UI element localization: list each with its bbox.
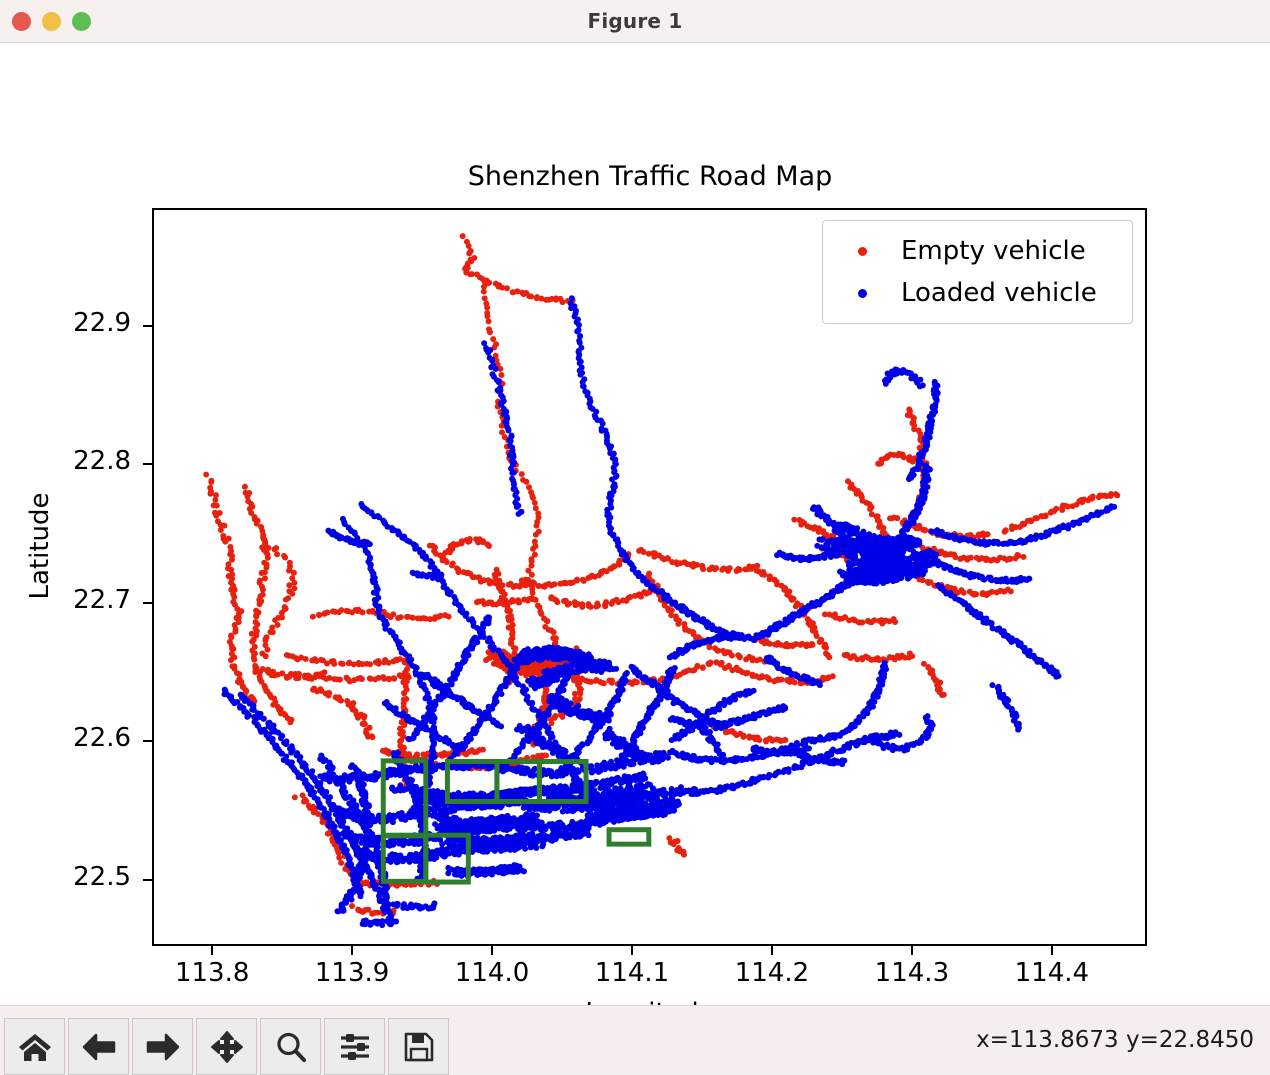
x-tick-mark — [491, 946, 493, 955]
home-button[interactable] — [4, 1018, 65, 1075]
y-tick-mark — [143, 463, 152, 465]
pan-move-icon — [210, 1031, 244, 1063]
y-tick-mark — [143, 602, 152, 604]
legend-item-empty-vehicle: Empty vehicle — [823, 230, 1132, 272]
sliders-configure-icon — [339, 1032, 371, 1062]
y-tick-label: 22.7 — [0, 585, 131, 615]
y-tick-label: 22.8 — [0, 446, 131, 476]
matplotlib-toolbar: x=113.8673 y=22.8450 — [0, 1005, 1270, 1074]
pan-button[interactable] — [196, 1018, 257, 1075]
x-tick-mark — [1051, 946, 1053, 955]
zoom-magnifier-icon — [275, 1031, 307, 1063]
window-title-bar: Figure 1 — [0, 0, 1270, 43]
save-button[interactable] — [388, 1018, 449, 1075]
roi-rectangle — [609, 830, 649, 844]
x-tick-mark — [211, 946, 213, 955]
y-tick-mark — [143, 879, 152, 881]
legend-label-empty-vehicle: Empty vehicle — [901, 236, 1086, 266]
legend-label-loaded-vehicle: Loaded vehicle — [901, 278, 1097, 308]
coordinate-readout: x=113.8673 y=22.8450 — [976, 1006, 1254, 1075]
x-tick-label: 114.3 — [842, 958, 982, 988]
page-title: Shenzhen Traffic Road Map — [152, 161, 1148, 192]
back-arrow-icon — [82, 1032, 116, 1062]
back-button[interactable] — [68, 1018, 129, 1075]
x-tick-mark — [631, 946, 633, 955]
legend-item-loaded-vehicle: Loaded vehicle — [823, 272, 1132, 314]
y-tick-label: 22.6 — [0, 723, 131, 753]
x-tick-label: 114.0 — [422, 958, 562, 988]
legend-marker-empty-vehicle — [823, 247, 901, 256]
x-tick-label: 114.4 — [982, 958, 1122, 988]
configure-subplots-button[interactable] — [324, 1018, 385, 1075]
x-tick-mark — [771, 946, 773, 955]
y-tick-label: 22.5 — [0, 862, 131, 892]
y-tick-mark — [143, 325, 152, 327]
y-tick-mark — [143, 740, 152, 742]
zoom-button[interactable] — [260, 1018, 321, 1075]
forward-button[interactable] — [132, 1018, 193, 1075]
toolbar-button-group — [4, 1018, 449, 1075]
x-tick-label: 113.8 — [142, 958, 282, 988]
x-tick-label: 114.1 — [562, 958, 702, 988]
legend-marker-loaded-vehicle — [823, 289, 901, 298]
x-tick-label: 113.9 — [282, 958, 422, 988]
x-tick-mark — [911, 946, 913, 955]
home-icon — [18, 1032, 52, 1062]
x-tick-mark — [351, 946, 353, 955]
floppy-save-icon — [404, 1032, 434, 1062]
y-axis-label: Latitude — [25, 446, 55, 646]
forward-arrow-icon — [146, 1032, 180, 1062]
chart-legend: Empty vehicle Loaded vehicle — [822, 220, 1133, 324]
figure-canvas: Shenzhen Traffic Road Map 113.8113.9114.… — [0, 43, 1270, 1005]
x-tick-label: 114.2 — [702, 958, 842, 988]
y-tick-label: 22.9 — [0, 308, 131, 338]
window-title: Figure 1 — [0, 0, 1270, 43]
